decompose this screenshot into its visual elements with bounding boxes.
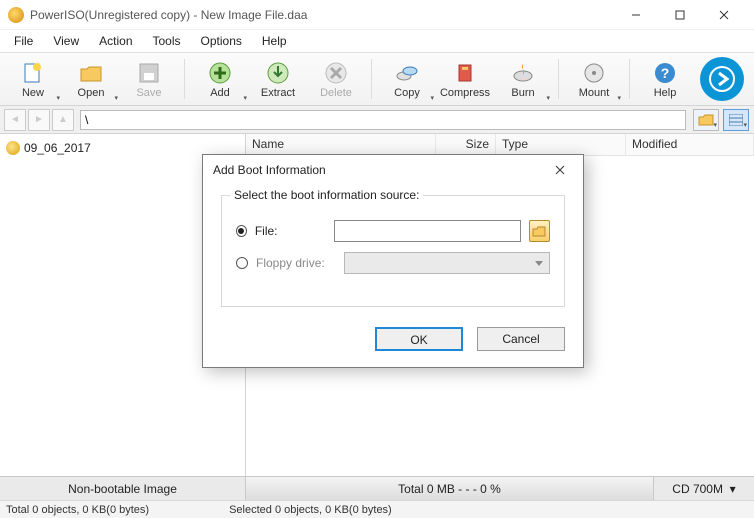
new-label: New bbox=[22, 87, 44, 99]
save-icon bbox=[136, 60, 162, 86]
tree-root-label: 09_06_2017 bbox=[24, 141, 91, 155]
compress-button[interactable]: Compress bbox=[436, 54, 494, 104]
column-modified[interactable]: Modified bbox=[626, 134, 754, 155]
file-radio-label[interactable]: File: bbox=[255, 224, 326, 238]
floppy-row: Floppy drive: bbox=[236, 250, 550, 276]
source-groupbox: Select the boot information source: File… bbox=[221, 195, 565, 307]
add-button[interactable]: Add▾ bbox=[191, 54, 249, 104]
group-label: Select the boot information source: bbox=[230, 188, 423, 202]
mount-label: Mount bbox=[579, 87, 610, 99]
nav-forward-button[interactable]: ► bbox=[28, 109, 50, 131]
menu-file[interactable]: File bbox=[4, 32, 43, 50]
file-path-input[interactable] bbox=[334, 220, 521, 242]
status-bar-1: Non-bootable Image Total 0 MB - - - 0 % … bbox=[0, 476, 754, 500]
toolbar-separator bbox=[629, 59, 630, 99]
open-icon bbox=[78, 60, 104, 86]
menu-tools[interactable]: Tools bbox=[143, 32, 191, 50]
copy-button[interactable]: Copy▾ bbox=[378, 54, 436, 104]
status-bar-2: Total 0 objects, 0 KB(0 bytes) Selected … bbox=[0, 500, 754, 518]
file-row: File: bbox=[236, 218, 550, 244]
add-boot-dialog: Add Boot Information Select the boot inf… bbox=[202, 154, 584, 368]
toolbar-separator bbox=[371, 59, 372, 99]
delete-label: Delete bbox=[320, 87, 352, 99]
nav-back-button[interactable]: ◄ bbox=[4, 109, 26, 131]
burn-label: Burn bbox=[511, 87, 534, 99]
save-label: Save bbox=[136, 87, 161, 99]
menu-options[interactable]: Options bbox=[191, 32, 252, 50]
delete-icon bbox=[323, 60, 349, 86]
menubar: File View Action Tools Options Help bbox=[0, 30, 754, 52]
nav-up-button[interactable]: ▲ bbox=[52, 109, 74, 131]
cancel-button[interactable]: Cancel bbox=[477, 327, 565, 351]
view-details-button[interactable]: ▾ bbox=[723, 109, 749, 131]
mount-icon bbox=[581, 60, 607, 86]
column-size[interactable]: Size bbox=[436, 134, 496, 155]
floppy-radio-label[interactable]: Floppy drive: bbox=[256, 256, 336, 270]
new-button[interactable]: New▾ bbox=[4, 54, 62, 104]
next-button[interactable] bbox=[700, 57, 744, 101]
floppy-drive-combo bbox=[344, 252, 550, 274]
floppy-radio[interactable] bbox=[236, 257, 248, 269]
file-radio[interactable] bbox=[236, 225, 247, 237]
ok-button[interactable]: OK bbox=[375, 327, 463, 351]
list-header: Name Size Type Modified bbox=[246, 134, 754, 156]
status-total: Total 0 objects, 0 KB(0 bytes) bbox=[6, 504, 149, 516]
add-label: Add bbox=[210, 87, 230, 99]
copy-label: Copy bbox=[394, 87, 420, 99]
toolbar: New▾ Open▾ Save Add▾ Extract Delete Copy… bbox=[0, 52, 754, 106]
dialog-titlebar: Add Boot Information bbox=[203, 155, 583, 185]
minimize-button[interactable] bbox=[614, 0, 658, 30]
close-button[interactable] bbox=[702, 0, 746, 30]
svg-text:?: ? bbox=[661, 65, 670, 81]
extract-label: Extract bbox=[261, 87, 295, 99]
open-label: Open bbox=[78, 87, 105, 99]
total-status: Total 0 MB - - - 0 % bbox=[246, 477, 654, 500]
maximize-button[interactable] bbox=[658, 0, 702, 30]
help-icon: ? bbox=[652, 60, 678, 86]
view-folder-button[interactable]: ▾ bbox=[693, 109, 719, 131]
path-input[interactable] bbox=[80, 110, 686, 130]
extract-icon bbox=[265, 60, 291, 86]
app-icon bbox=[8, 7, 24, 23]
new-icon bbox=[20, 60, 46, 86]
dialog-title: Add Boot Information bbox=[213, 163, 326, 177]
titlebar: PowerISO(Unregistered copy) - New Image … bbox=[0, 0, 754, 30]
dialog-buttons: OK Cancel bbox=[203, 313, 583, 367]
column-name[interactable]: Name bbox=[246, 134, 436, 155]
toolbar-separator bbox=[184, 59, 185, 99]
column-type[interactable]: Type bbox=[496, 134, 626, 155]
menu-view[interactable]: View bbox=[43, 32, 89, 50]
save-button[interactable]: Save bbox=[120, 54, 178, 104]
status-selected: Selected 0 objects, 0 KB(0 bytes) bbox=[229, 504, 392, 516]
mount-button[interactable]: Mount▾ bbox=[565, 54, 623, 104]
dialog-close-button[interactable] bbox=[547, 160, 573, 180]
compress-label: Compress bbox=[440, 87, 490, 99]
add-icon bbox=[207, 60, 233, 86]
toolbar-separator bbox=[558, 59, 559, 99]
delete-button[interactable]: Delete bbox=[307, 54, 365, 104]
menu-help[interactable]: Help bbox=[252, 32, 297, 50]
copy-icon bbox=[394, 60, 420, 86]
extract-button[interactable]: Extract bbox=[249, 54, 307, 104]
disc-icon bbox=[6, 141, 20, 155]
burn-icon bbox=[510, 60, 536, 86]
open-button[interactable]: Open▾ bbox=[62, 54, 120, 104]
help-label: Help bbox=[654, 87, 677, 99]
media-size[interactable]: CD 700M ▾ bbox=[654, 477, 754, 500]
browse-button[interactable] bbox=[529, 220, 550, 242]
pathbar: ◄ ► ▲ ▾ ▾ bbox=[0, 106, 754, 134]
menu-action[interactable]: Action bbox=[89, 32, 142, 50]
burn-button[interactable]: Burn▾ bbox=[494, 54, 552, 104]
window-title: PowerISO(Unregistered copy) - New Image … bbox=[30, 8, 307, 22]
compress-icon bbox=[452, 60, 478, 86]
boot-status[interactable]: Non-bootable Image bbox=[0, 477, 246, 500]
help-button[interactable]: ? Help bbox=[636, 54, 694, 104]
